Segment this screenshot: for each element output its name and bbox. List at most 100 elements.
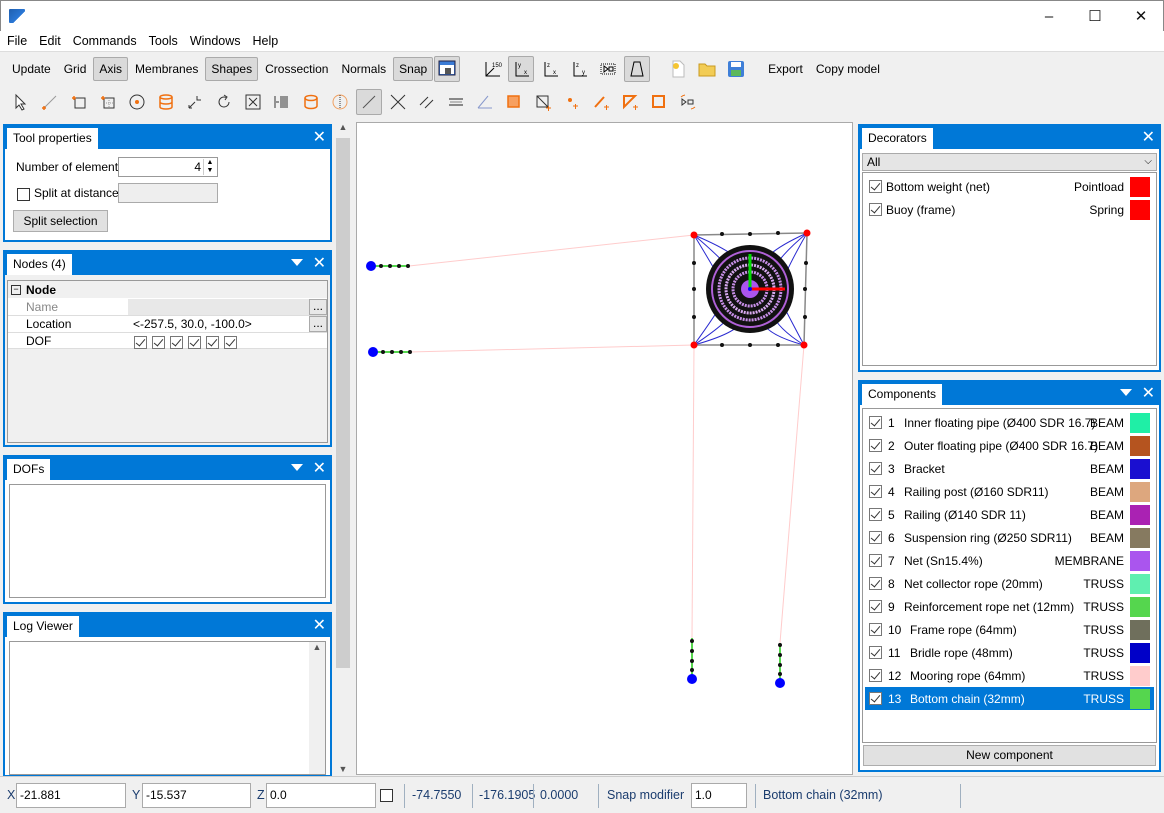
component-color-swatch[interactable] <box>1130 550 1150 571</box>
component-item[interactable]: 8 Net collector rope (20mm) TRUSS <box>865 572 1154 595</box>
component-item[interactable]: 5 Railing (Ø140 SDR 11) BEAM <box>865 503 1154 526</box>
sphere-icon[interactable] <box>327 89 353 115</box>
log-viewer-tab[interactable]: Log Viewer <box>7 616 79 637</box>
split-distance-checkbox[interactable] <box>17 188 30 202</box>
component-checkbox[interactable] <box>869 554 882 567</box>
move-icon[interactable] <box>182 89 208 115</box>
nodes-tab[interactable]: Nodes (4) <box>7 254 72 275</box>
dof-checkbox[interactable] <box>170 336 183 350</box>
new-file-icon[interactable] <box>665 56 691 82</box>
intersect-icon[interactable] <box>385 89 411 115</box>
component-checkbox[interactable] <box>869 485 882 498</box>
x-coordinate-input[interactable]: -21.881 <box>16 783 126 808</box>
component-item[interactable]: 11 Bridle rope (48mm) TRUSS <box>865 641 1154 664</box>
component-item[interactable]: 7 Net (Sn15.4%) MEMBRANE <box>865 549 1154 572</box>
scroll-up-icon[interactable]: ▲ <box>334 122 352 132</box>
component-item[interactable]: 4 Railing post (Ø160 SDR11) BEAM <box>865 480 1154 503</box>
component-checkbox[interactable] <box>869 439 882 452</box>
dof-checkbox[interactable] <box>188 336 201 350</box>
export-button[interactable]: Export <box>762 57 809 81</box>
close-icon[interactable]: ✕ <box>313 253 326 273</box>
close-icon[interactable]: ✕ <box>1142 127 1155 147</box>
menu-help[interactable]: Help <box>253 34 279 48</box>
component-checkbox[interactable] <box>869 531 882 544</box>
lock-coordinates-checkbox[interactable] <box>380 789 393 803</box>
dofs-tab[interactable]: DOFs <box>7 459 51 480</box>
component-color-swatch[interactable] <box>1130 435 1150 456</box>
yz-view-icon[interactable]: zy <box>566 56 592 82</box>
decorator-color-swatch[interactable] <box>1130 199 1150 220</box>
add-triangle-icon[interactable] <box>617 89 643 115</box>
component-item[interactable]: 2 Outer floating pipe (Ø400 SDR 16.7) BEAM <box>865 434 1154 457</box>
component-color-swatch[interactable] <box>1130 688 1150 709</box>
component-color-swatch[interactable] <box>1130 458 1150 479</box>
fit-view-icon[interactable] <box>595 56 621 82</box>
component-checkbox[interactable] <box>869 692 882 705</box>
node-group-header[interactable]: − Node <box>8 281 327 298</box>
xz-view-icon[interactable]: zx <box>537 56 563 82</box>
close-button[interactable]: ✕ <box>1118 1 1164 31</box>
minimize-button[interactable]: – <box>1026 1 1072 31</box>
dof-checkbox[interactable] <box>224 336 237 350</box>
add-point-icon[interactable] <box>559 89 585 115</box>
add-line-icon[interactable] <box>37 89 63 115</box>
spin-arrows-icon[interactable]: ▲ ▼ <box>203 159 216 175</box>
component-item[interactable]: 3 Bracket BEAM <box>865 457 1154 480</box>
decorator-checkbox[interactable] <box>869 203 882 216</box>
close-icon[interactable]: ✕ <box>313 458 326 478</box>
lock-view-icon[interactable] <box>434 56 461 82</box>
menu-commands[interactable]: Commands <box>73 34 137 48</box>
add-surface-icon[interactable] <box>501 89 527 115</box>
menu-edit[interactable]: Edit <box>39 34 61 48</box>
component-color-swatch[interactable] <box>1130 665 1150 686</box>
crossection-toggle[interactable]: Crossection <box>259 57 334 81</box>
model-viewport[interactable] <box>356 122 853 775</box>
component-checkbox[interactable] <box>869 577 882 590</box>
split-selection-button[interactable]: Split selection <box>13 210 108 232</box>
component-color-swatch[interactable] <box>1130 596 1150 617</box>
ellipsis-button[interactable]: ... <box>309 316 327 332</box>
close-icon[interactable]: ✕ <box>1142 383 1155 403</box>
menu-tools[interactable]: Tools <box>149 34 178 48</box>
rotate-icon[interactable] <box>211 89 237 115</box>
parallel-icon[interactable] <box>414 89 440 115</box>
component-color-swatch[interactable] <box>1130 504 1150 525</box>
open-folder-icon[interactable] <box>694 56 720 82</box>
close-icon[interactable]: ✕ <box>313 127 326 147</box>
axis-toggle[interactable]: Axis <box>93 57 129 81</box>
component-checkbox[interactable] <box>869 416 882 429</box>
decorator-item[interactable]: Bottom weight (net) Pointload <box>865 175 1154 198</box>
component-checkbox[interactable] <box>869 462 882 475</box>
maximize-button[interactable]: ☐ <box>1072 1 1118 31</box>
cylinder-shape-icon[interactable] <box>298 89 324 115</box>
tool-properties-tab[interactable]: Tool properties <box>7 128 98 149</box>
y-coordinate-input[interactable]: -15.537 <box>142 783 251 808</box>
add-quad-icon[interactable] <box>646 89 672 115</box>
component-color-swatch[interactable] <box>1130 573 1150 594</box>
new-component-button[interactable]: New component <box>863 745 1156 766</box>
dropdown-icon[interactable] <box>291 464 303 471</box>
ellipsis-button[interactable]: ... <box>309 299 327 315</box>
decorator-item[interactable]: Buoy (frame) Spring <box>865 198 1154 221</box>
segment-tool-icon[interactable] <box>356 89 382 115</box>
fit-selection-icon[interactable] <box>675 89 701 115</box>
component-color-swatch[interactable] <box>1130 527 1150 548</box>
dof-checkbox[interactable] <box>134 336 147 350</box>
add-grid-icon[interactable] <box>95 89 121 115</box>
components-tab[interactable]: Components <box>862 384 943 405</box>
location-value[interactable]: <-257.5, 30.0, -100.0> <box>128 316 309 332</box>
component-checkbox[interactable] <box>869 646 882 659</box>
copy-model-button[interactable]: Copy model <box>810 57 886 81</box>
membranes-toggle[interactable]: Membranes <box>129 57 204 81</box>
add-rectangle-icon[interactable] <box>66 89 92 115</box>
scroll-down-icon[interactable]: ▼ <box>334 764 352 774</box>
xy-view-icon[interactable]: yx <box>508 56 535 82</box>
menu-file[interactable]: File <box>7 34 27 48</box>
model-canvas[interactable] <box>357 123 854 776</box>
add-circle-icon[interactable] <box>124 89 150 115</box>
decorator-filter-select[interactable]: All ⌵ <box>862 153 1157 171</box>
iso-view-icon[interactable]: 150 <box>479 56 505 82</box>
component-item[interactable]: 10 Frame rope (64mm) TRUSS <box>865 618 1154 641</box>
perspective-icon[interactable] <box>624 56 651 82</box>
add-diagonal-surface-icon[interactable] <box>530 89 556 115</box>
